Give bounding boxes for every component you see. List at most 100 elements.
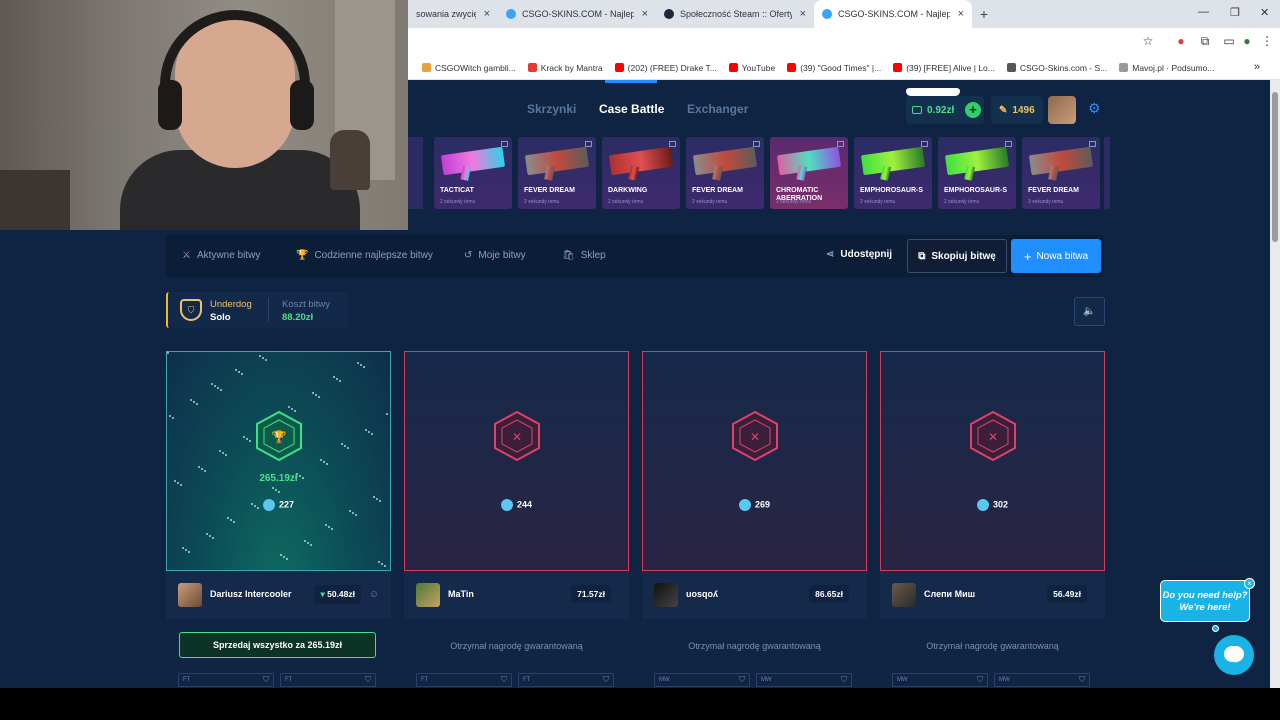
tab-close-icon[interactable]: × — [642, 8, 648, 20]
sell-all-button[interactable]: Sprzedaj wszystko za 265.19zł — [179, 632, 376, 658]
page-scrollbar[interactable] — [1270, 80, 1280, 688]
star-particle — [280, 554, 282, 556]
bookmark-item[interactable]: (39) [FREE] Alive | Lo... — [893, 63, 995, 73]
drop-name: DARKWING — [608, 187, 648, 194]
bookmark-item[interactable]: Mavoj.pl · Podsumo... — [1119, 63, 1214, 73]
nav-daily-best-battles[interactable]: 🏆 Codzienne najlepsze bitwy — [296, 250, 433, 261]
star-particle — [259, 355, 261, 357]
drop-card[interactable]: TACTICAT 2 sekundy temu — [434, 137, 512, 209]
drop-card[interactable]: FEVER DREAM 2 sekundy temu — [518, 137, 596, 209]
bookmark-favicon — [893, 63, 903, 72]
player-name[interactable]: uosqoʎ — [686, 589, 718, 599]
bookmark-item[interactable]: (39) "Good Times" |... — [787, 63, 881, 73]
minimize-icon[interactable]: — — [1198, 6, 1209, 18]
bookmarks-more-icon[interactable]: » — [1254, 61, 1260, 73]
drop-card[interactable]: EMPHOROSAUR-S 2 sekundy temu — [938, 137, 1016, 209]
case-icon — [1005, 141, 1012, 147]
item-chip[interactable]: FT ⛉ — [518, 673, 614, 687]
drop-time: 2 sekundy temu — [944, 199, 980, 205]
mode-name: Underdog — [210, 299, 252, 310]
bookmark-item[interactable]: YouTube — [728, 63, 775, 73]
player-avatar[interactable] — [654, 583, 678, 607]
item-chip[interactable]: FT ⛉ — [178, 673, 274, 687]
scrollbar-thumb[interactable] — [1272, 92, 1278, 242]
new-battle-button[interactable]: + Nowa bitwa — [1011, 239, 1101, 273]
close-window-icon[interactable]: ✕ — [1260, 6, 1269, 19]
item-chip[interactable]: MW ⛉ — [756, 673, 852, 687]
bookmark-item[interactable]: CSGO-Skins.com - S... — [1006, 63, 1107, 73]
help-bubble[interactable]: Do you need help? We're here! — [1160, 580, 1250, 622]
gear-icon[interactable]: ⚙ — [1088, 100, 1101, 117]
star-particle — [386, 413, 388, 415]
share-button[interactable]: ⋖ Udostępnij — [826, 249, 892, 260]
browser-tab[interactable]: sowania zwycięzcy × — [408, 0, 498, 28]
new-tab-button[interactable]: + — [972, 0, 996, 28]
player-avatar[interactable] — [892, 583, 916, 607]
drop-card[interactable]: EMPHOROSAUR-S 2 sekundy temu — [854, 137, 932, 209]
help-close-button[interactable]: × — [1244, 578, 1255, 589]
drop-card[interactable]: FEVER DREAM 3 sekundy temu — [1022, 137, 1100, 209]
drop-card[interactable]: CHROMATIC ABERRATION 2 sekundy temu — [770, 137, 848, 209]
copy-battle-button[interactable]: ⧉ Skopiuj bitwę — [907, 239, 1007, 273]
sidebar-icon[interactable]: ▭ — [1222, 34, 1236, 48]
coin-count: 244 — [516, 499, 533, 510]
item-chip[interactable]: FT ⛉ — [416, 673, 512, 687]
restore-icon[interactable]: ❐ — [1230, 6, 1240, 19]
item-wear: FT — [285, 677, 293, 683]
wallet-balance[interactable]: 0.92zł + — [906, 96, 984, 124]
nav-skrzynki[interactable]: Skrzynki — [527, 102, 576, 116]
weapon-image — [776, 146, 842, 176]
player-info-bar: Dariusz Intercooler 50.48zł ☺ — [166, 571, 391, 619]
tab-close-icon[interactable]: × — [484, 8, 490, 20]
coin-icon — [262, 499, 275, 511]
tab-close-icon[interactable]: × — [958, 8, 964, 20]
player-name[interactable]: Dariusz Intercooler — [210, 589, 292, 599]
bookmark-label: Krack by Mantra — [540, 62, 603, 73]
browser-tab[interactable]: CSGO-SKINS.COM - Najlepsze × — [814, 0, 972, 28]
drop-name: FEVER DREAM — [692, 187, 743, 194]
nav-case-battle[interactable]: Case Battle — [599, 102, 664, 116]
sound-toggle-button[interactable]: 🔈 — [1074, 297, 1105, 326]
star-particle — [336, 378, 338, 380]
guaranteed-reward-text: Otrzymał nagrodę gwarantowaną — [450, 641, 583, 651]
browser-tab[interactable]: Społeczność Steam :: Oferty wy × — [656, 0, 814, 28]
add-funds-button[interactable]: + — [965, 102, 981, 118]
chat-button[interactable] — [1214, 635, 1254, 675]
star-particle — [331, 528, 333, 530]
drop-card[interactable]: FEVER DREAM 2 sekundy temu — [686, 137, 764, 209]
player-name[interactable]: Слепи Миш — [924, 589, 975, 599]
bookmark-item[interactable]: Krack by Mantra — [527, 62, 603, 73]
emoji-icon[interactable]: ☺ — [369, 589, 379, 600]
extensions-icon[interactable]: ⧉ — [1198, 34, 1212, 48]
profile-icon[interactable]: ● — [1240, 34, 1254, 48]
player-name[interactable]: MaTin — [448, 589, 474, 599]
opera-extension-icon[interactable]: ● — [1174, 34, 1188, 48]
nav-shop[interactable]: 🛍 Sklep — [562, 250, 606, 261]
player-action-row: Otrzymał nagrodę gwarantowaną — [642, 621, 867, 671]
bookmark-item[interactable]: CSGOWitch gambli... — [422, 63, 516, 73]
item-chip[interactable]: MW ⛉ — [654, 673, 750, 687]
nav-exchanger[interactable]: Exchanger — [687, 102, 748, 116]
player-avatar[interactable] — [416, 583, 440, 607]
drop-card[interactable]: DARKWING 2 sekundy temu — [602, 137, 680, 209]
browser-tab[interactable]: CSGO-SKINS.COM - Najlepsze × — [498, 0, 656, 28]
live-drops-ticker: TACTICAT 2 sekundy temu FEVER DREAM 2 sekun… — [408, 136, 1270, 212]
player-avatar[interactable] — [178, 583, 202, 607]
shield-check-icon: ⛉ — [365, 675, 371, 684]
star-particle — [326, 463, 328, 465]
loser-x-hex-icon: ✕ — [491, 410, 543, 462]
tokens-counter[interactable]: ✎ 1496 — [991, 96, 1043, 124]
item-chip[interactable]: FT ⛉ — [280, 673, 376, 687]
menu-icon[interactable]: ⋮ — [1260, 34, 1274, 48]
svg-text:✕: ✕ — [988, 430, 998, 444]
nav-my-battles[interactable]: ↺ Moje bitwy — [464, 250, 526, 261]
item-chip[interactable]: MW ⛉ — [994, 673, 1090, 687]
bookmark-star-icon[interactable]: ☆ — [1141, 34, 1155, 48]
drop-time: 2 sekundy temu — [440, 199, 476, 205]
nav-active-battles[interactable]: ⚔ Aktywne bitwy — [182, 250, 260, 261]
user-avatar[interactable] — [1048, 96, 1076, 124]
bookmark-item[interactable]: (202) (FREE) Drake T... — [614, 63, 717, 73]
tab-close-icon[interactable]: × — [800, 8, 806, 20]
star-particle — [188, 551, 190, 553]
item-chip[interactable]: MW ⛉ — [892, 673, 988, 687]
